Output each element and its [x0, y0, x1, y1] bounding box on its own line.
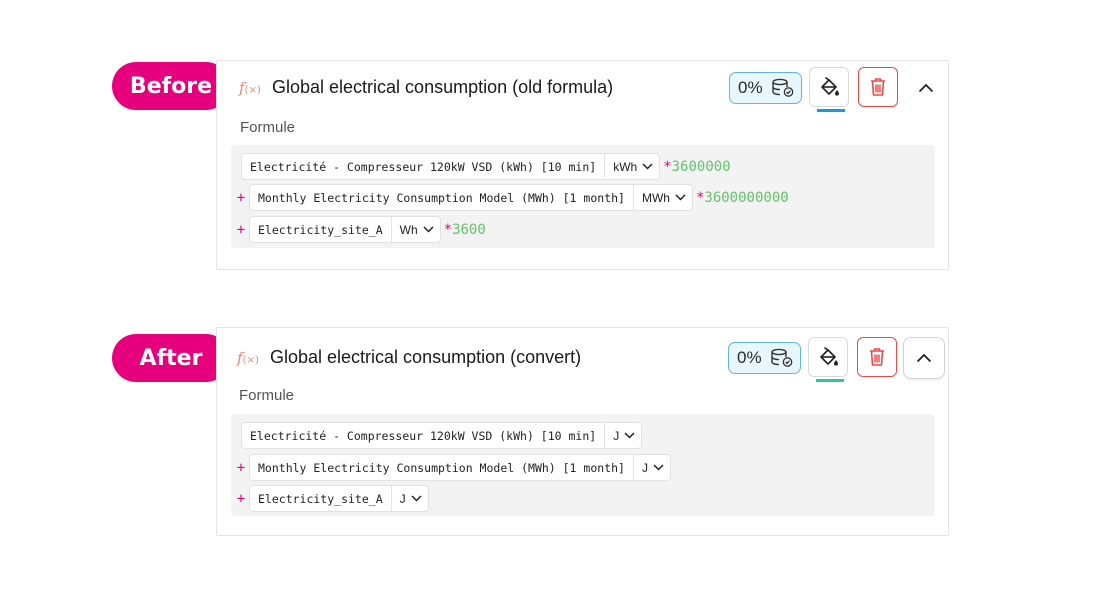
unit-value: Wh: [399, 222, 418, 237]
fill-color-indicator: [816, 379, 844, 382]
variable-name: Electricité - Compresseur 120kW VSD (kWh…: [242, 423, 606, 448]
unit-select[interactable]: J: [634, 455, 670, 480]
plus-operator: +: [236, 459, 246, 476]
collapse-button[interactable]: [903, 337, 945, 379]
fill-color-button[interactable]: [808, 337, 848, 382]
chevron-down-icon: [642, 163, 653, 170]
formula-row: + Monthly Electricity Consumption Model …: [233, 454, 671, 481]
unit-value: MWh: [641, 190, 670, 205]
unit-select[interactable]: MWh: [634, 185, 692, 210]
fx-icon: f(×): [239, 79, 261, 97]
fill-color-indicator: [817, 109, 845, 112]
plus-operator: +: [236, 490, 246, 507]
multiplier-value: 3600000: [671, 158, 731, 175]
formula-card-before: f(×) Global electrical consumption (old …: [216, 60, 949, 270]
plus-operator: +: [236, 189, 246, 206]
unit-select[interactable]: Wh: [392, 217, 440, 242]
database-check-icon: [770, 348, 792, 367]
unit-value: J: [399, 491, 406, 506]
percent-badge[interactable]: 0%: [728, 342, 801, 374]
unit-value: J: [641, 460, 648, 475]
chevron-down-icon: [423, 226, 434, 233]
before-label: Before: [112, 62, 230, 110]
formula-row: + Monthly Electricity Consumption Model …: [233, 184, 789, 211]
variable-name: Electricity_site_A: [250, 217, 392, 242]
trash-icon: [871, 78, 885, 96]
card-title: Global electrical consumption (old formu…: [272, 77, 614, 97]
chevron-down-icon: [624, 432, 635, 439]
trash-icon: [870, 348, 884, 366]
unit-select[interactable]: J: [605, 423, 641, 448]
formula-row: + Electricity_site_A J: [233, 485, 429, 512]
variable-chip[interactable]: Monthly Electricity Consumption Model (M…: [249, 454, 671, 481]
variable-name: Electricité - Compresseur 120kW VSD (kWh…: [242, 154, 606, 179]
formula-editor[interactable]: Electricité - Compresseur 120kW VSD (kWh…: [231, 414, 935, 516]
formula-row: Electricité - Compresseur 120kW VSD (kWh…: [241, 153, 731, 180]
variable-name: Monthly Electricity Consumption Model (M…: [250, 455, 634, 480]
card-title: Global electrical consumption (convert): [270, 347, 582, 367]
formula-row: + Electricity_site_A Wh *3600: [233, 216, 486, 243]
formule-label: Formule: [239, 387, 295, 404]
delete-button[interactable]: [857, 337, 897, 377]
chevron-down-icon: [653, 464, 664, 471]
formula-row: Electricité - Compresseur 120kW VSD (kWh…: [241, 422, 643, 449]
unit-select[interactable]: J: [392, 486, 428, 511]
delete-button[interactable]: [858, 67, 898, 107]
unit-select[interactable]: kWh: [605, 154, 659, 179]
variable-chip[interactable]: Electricity_site_A Wh: [249, 216, 441, 243]
multiplier[interactable]: *3600: [444, 222, 486, 238]
chevron-up-icon: [918, 83, 934, 93]
collapse-button[interactable]: [905, 67, 947, 109]
multiplier-value: 3600: [452, 221, 486, 238]
plus-operator: +: [236, 221, 246, 238]
formule-label: Formule: [240, 119, 296, 136]
multiplier[interactable]: *3600000: [663, 159, 730, 175]
formula-card-after: f(×) Global electrical consumption (conv…: [216, 327, 949, 536]
chevron-down-icon: [675, 194, 686, 201]
fx-icon: f(×): [237, 349, 259, 367]
multiplier[interactable]: *3600000000: [696, 190, 789, 206]
variable-chip[interactable]: Electricity_site_A J: [249, 485, 429, 512]
variable-chip[interactable]: Electricité - Compresseur 120kW VSD (kWh…: [241, 422, 643, 449]
chevron-down-icon: [411, 495, 422, 502]
variable-chip[interactable]: Electricité - Compresseur 120kW VSD (kWh…: [241, 153, 661, 180]
variable-name: Monthly Electricity Consumption Model (M…: [250, 185, 634, 210]
percent-value: 0%: [737, 348, 762, 367]
unit-value: kWh: [613, 159, 638, 174]
variable-chip[interactable]: Monthly Electricity Consumption Model (M…: [249, 184, 693, 211]
after-label: After: [112, 334, 230, 382]
unit-value: J: [613, 428, 620, 443]
chevron-up-icon: [916, 353, 932, 363]
formula-editor[interactable]: Electricité - Compresseur 120kW VSD (kWh…: [231, 145, 935, 248]
paint-bucket-icon: [820, 347, 838, 366]
paint-bucket-icon: [821, 77, 839, 96]
variable-name: Electricity_site_A: [250, 486, 392, 511]
percent-badge[interactable]: 0%: [729, 72, 802, 104]
fill-color-button[interactable]: [809, 67, 849, 112]
multiplier-value: 3600000000: [704, 189, 789, 206]
database-check-icon: [771, 78, 793, 97]
percent-value: 0%: [738, 78, 763, 97]
